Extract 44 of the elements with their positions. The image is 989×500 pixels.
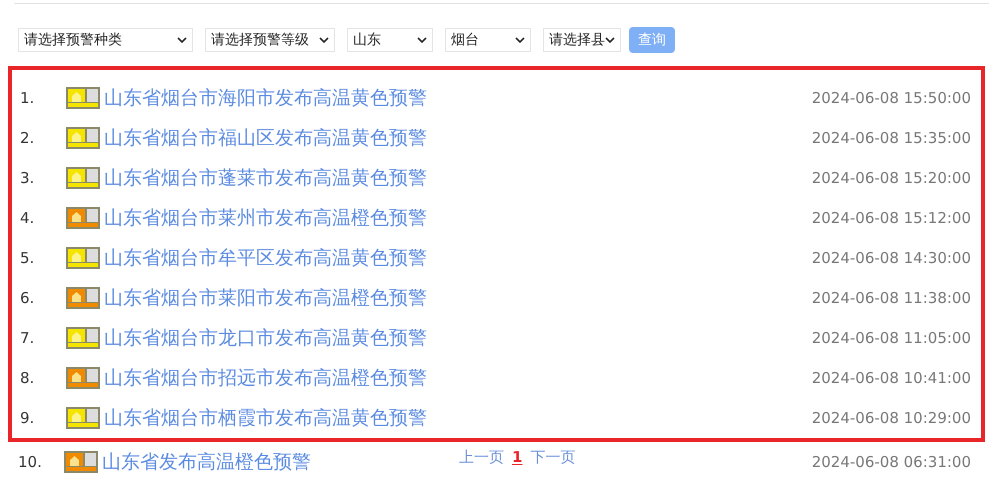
alert-link[interactable]: 山东省烟台市龙口市发布高温黄色预警 bbox=[104, 325, 427, 351]
alert-link[interactable]: 山东省发布高温橙色预警 bbox=[102, 449, 311, 475]
alert-link[interactable]: 山东省烟台市福山区发布高温黄色预警 bbox=[104, 125, 427, 151]
alert-time: 2024-06-08 15:12:00 bbox=[812, 209, 971, 227]
row-number: 6. bbox=[20, 289, 36, 307]
chevron-icon bbox=[177, 37, 187, 43]
row-number: 8. bbox=[20, 369, 36, 387]
alert-time: 2024-06-08 11:38:00 bbox=[812, 289, 971, 307]
row-number: 9. bbox=[20, 409, 36, 427]
alert-link[interactable]: 山东省烟台市莱州市发布高温橙色预警 bbox=[104, 205, 427, 231]
dropdown[interactable]: 请选择预警种类 bbox=[18, 28, 193, 52]
alert-time: 2024-06-08 10:29:00 bbox=[812, 409, 971, 427]
alert-time: 2024-06-08 15:50:00 bbox=[812, 89, 971, 107]
dropdown[interactable]: 请选择预警等级 bbox=[205, 28, 335, 52]
chevron-icon bbox=[417, 37, 427, 43]
chevron-icon bbox=[605, 37, 615, 43]
alert-time: 2024-06-08 06:31:00 bbox=[812, 453, 971, 471]
next-page-link[interactable]: 下一页 bbox=[530, 448, 576, 467]
alert-link[interactable]: 山东省烟台市蓬莱市发布高温黄色预警 bbox=[104, 165, 427, 191]
row-number: 2. bbox=[20, 129, 36, 147]
alert-link[interactable]: 山东省烟台市莱阳市发布高温橙色预警 bbox=[104, 285, 427, 311]
chevron-icon bbox=[319, 37, 329, 43]
dropdown[interactable]: 山东 bbox=[347, 28, 433, 52]
dropdown[interactable]: 烟台 bbox=[445, 28, 531, 52]
alert-time: 2024-06-08 10:41:00 bbox=[812, 369, 971, 387]
row-number: 1. bbox=[20, 89, 36, 107]
dropdown[interactable]: 请选择县 bbox=[543, 28, 621, 52]
alert-link[interactable]: 山东省烟台市栖霞市发布高温黄色预警 bbox=[104, 405, 427, 431]
alert-link[interactable]: 山东省烟台市招远市发布高温橙色预警 bbox=[104, 365, 427, 391]
row-number: 3. bbox=[20, 169, 36, 187]
chevron-icon bbox=[515, 37, 525, 43]
alert-time: 2024-06-08 15:20:00 bbox=[812, 169, 971, 187]
alert-link[interactable]: 山东省烟台市海阳市发布高温黄色预警 bbox=[104, 85, 427, 111]
alert-link[interactable]: 山东省烟台市牟平区发布高温黄色预警 bbox=[104, 245, 427, 271]
row-number: 10. bbox=[18, 453, 43, 471]
alert-time: 2024-06-08 11:05:00 bbox=[812, 329, 971, 347]
row-number: 4. bbox=[20, 209, 36, 227]
alert-time: 2024-06-08 15:35:00 bbox=[812, 129, 971, 147]
alert-time: 2024-06-08 14:30:00 bbox=[812, 249, 971, 267]
row-number: 7. bbox=[20, 329, 36, 347]
search-button[interactable]: 查询 bbox=[629, 27, 675, 53]
row-number: 5. bbox=[20, 249, 36, 267]
page-number-link[interactable]: 1 bbox=[512, 448, 522, 467]
previous-page-link[interactable]: 上一页 bbox=[459, 448, 504, 467]
